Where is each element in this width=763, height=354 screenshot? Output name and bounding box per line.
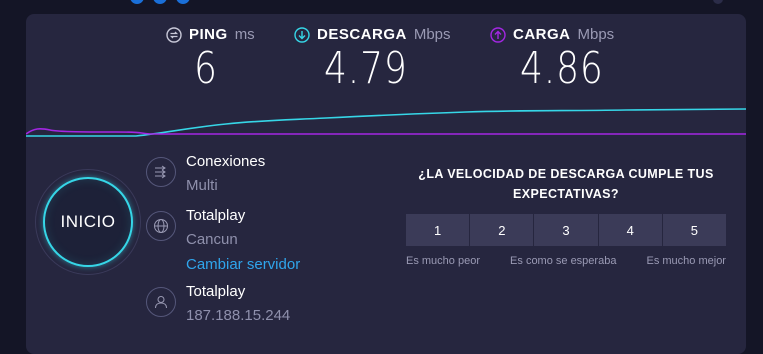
change-server-link[interactable]: Cambiar servidor	[186, 256, 300, 273]
rating-button-5[interactable]: 5	[662, 214, 727, 246]
download-label: DESCARGA	[317, 26, 407, 43]
rating-button-4[interactable]: 4	[598, 214, 663, 246]
connections-value[interactable]: Multi	[186, 177, 218, 194]
ping-icon	[166, 26, 182, 43]
start-button-outer: INICIO	[35, 169, 141, 275]
arrows-icon	[155, 165, 166, 179]
upload-value: 4.86	[520, 43, 604, 94]
connections-icon-wrap	[146, 157, 176, 187]
upload-metric: CARGA Mbps 4.86	[490, 26, 622, 94]
rating-mid-label: Es como se esperaba	[510, 255, 617, 267]
top-nav-dots	[130, 0, 190, 4]
survey-question: ¿LA VELOCIDAD DE DESCARGA CUMPLE TUS EXP…	[418, 167, 714, 201]
ping-label: PING	[189, 26, 228, 43]
user-icon	[155, 296, 167, 309]
rating-button-1[interactable]: 1	[406, 214, 471, 246]
client-ip: 187.188.15.244	[186, 307, 291, 324]
upload-icon	[490, 26, 506, 43]
client-isp: Totalplay	[186, 283, 246, 300]
nav-dot	[153, 0, 167, 4]
rating-button-3[interactable]: 3	[534, 214, 599, 246]
download-metric: DESCARGA Mbps 4.79	[294, 26, 451, 94]
globe-icon	[154, 219, 168, 233]
upload-graph-line	[26, 128, 746, 135]
ping-unit: ms	[234, 26, 255, 43]
upload-unit: Mbps	[577, 26, 615, 43]
ping-metric: PING ms 6	[166, 26, 255, 94]
nav-dot	[713, 0, 723, 4]
download-unit: Mbps	[413, 26, 451, 43]
results-panel: PING ms 6 DESCARGA Mbps 4.79 CARGA Mbps …	[26, 14, 746, 354]
rating-high-label: Es mucho mejor	[646, 255, 726, 267]
server-icon-wrap	[146, 211, 176, 241]
server-location: Cancun	[186, 231, 238, 248]
rating-labels: Es mucho peor Es como se esperaba Es muc…	[406, 255, 726, 267]
nav-dot	[130, 0, 144, 4]
server-isp: Totalplay	[186, 207, 246, 224]
rating-low-label: Es mucho peor	[406, 255, 480, 267]
rating-scale: 1 2 3 4 5	[406, 214, 727, 246]
upload-label: CARGA	[513, 26, 571, 43]
connections-title: Conexiones	[186, 153, 266, 170]
download-value: 4.79	[324, 43, 408, 94]
speed-graph	[26, 108, 746, 137]
download-icon	[294, 26, 310, 43]
start-button[interactable]: INICIO	[43, 177, 133, 267]
rating-button-2[interactable]: 2	[470, 214, 535, 246]
ping-value: 6	[194, 43, 218, 94]
client-icon-wrap	[146, 287, 176, 317]
nav-dot	[176, 0, 190, 4]
